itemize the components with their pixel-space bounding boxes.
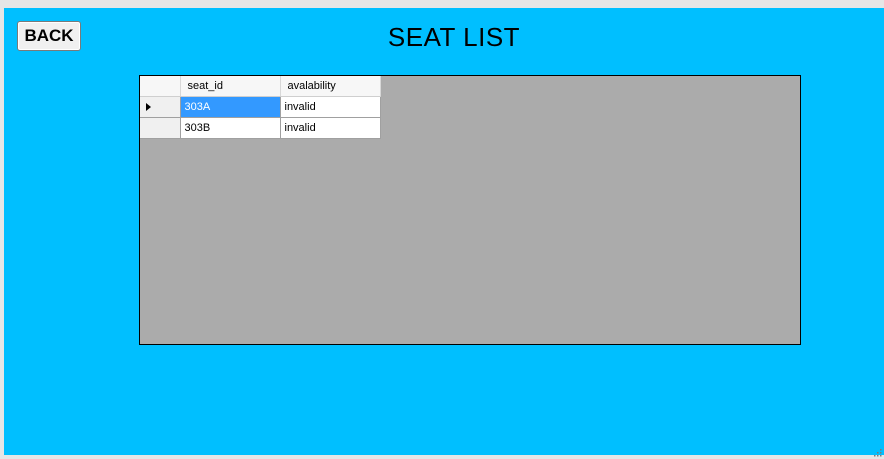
resize-grip-icon[interactable] <box>872 447 882 457</box>
back-button[interactable]: BACK <box>17 21 81 51</box>
availability-cell[interactable]: invalid <box>280 96 381 118</box>
current-row-arrow-icon <box>146 102 151 111</box>
row-header[interactable] <box>140 117 181 139</box>
seat-table: seat_id avalability 303A invalid 303B in… <box>140 76 381 139</box>
column-header-seat-id[interactable]: seat_id <box>180 76 281 97</box>
row-header[interactable] <box>140 96 181 118</box>
availability-cell[interactable]: invalid <box>280 117 381 139</box>
table-row[interactable]: 303B invalid <box>140 117 381 139</box>
page-title: SEAT LIST <box>387 22 521 52</box>
grid-corner-cell[interactable] <box>140 76 181 97</box>
table-row[interactable]: 303A invalid <box>140 96 381 118</box>
column-header-availability[interactable]: avalability <box>280 76 381 97</box>
form-client-area: BACK SEAT LIST seat_id avalability 303A … <box>4 8 884 455</box>
header-row: seat_id avalability <box>140 76 381 97</box>
seat-id-cell[interactable]: 303B <box>180 117 281 139</box>
app-window: BACK SEAT LIST seat_id avalability 303A … <box>0 0 884 459</box>
seat-id-cell[interactable]: 303A <box>180 96 281 118</box>
seat-data-grid[interactable]: seat_id avalability 303A invalid 303B in… <box>139 75 801 345</box>
